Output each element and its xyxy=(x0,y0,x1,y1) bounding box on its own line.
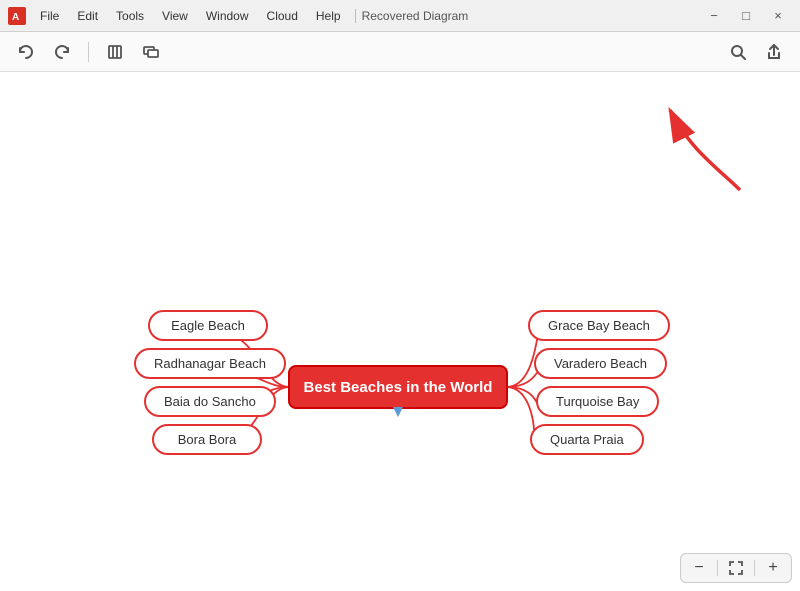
node-label: Grace Bay Beach xyxy=(548,318,650,333)
zoom-controls: − + xyxy=(680,553,792,583)
search-button[interactable] xyxy=(724,38,752,66)
node-label: Varadero Beach xyxy=(554,356,647,371)
zoom-divider xyxy=(717,560,718,576)
redo-button[interactable] xyxy=(48,38,76,66)
toolbar-left xyxy=(12,38,165,66)
node-grace-bay-beach[interactable]: Grace Bay Beach xyxy=(528,310,670,341)
menu-view[interactable]: View xyxy=(154,7,196,25)
node-label: Quarta Praia xyxy=(550,432,624,447)
close-button[interactable]: × xyxy=(764,2,792,30)
titlebar: A File Edit Tools View Window Cloud Help… xyxy=(0,0,800,32)
node-radhanagar-beach[interactable]: Radhanagar Beach xyxy=(134,348,286,379)
document-title: Recovered Diagram xyxy=(362,9,469,23)
toolbar xyxy=(0,32,800,72)
canvas-area: Best Beaches in the World Eagle Beach Ra… xyxy=(0,72,800,591)
menu-bar: File Edit Tools View Window Cloud Help R… xyxy=(32,7,468,25)
menu-file[interactable]: File xyxy=(32,7,67,25)
undo-button[interactable] xyxy=(12,38,40,66)
node-turquoise-bay[interactable]: Turquoise Bay xyxy=(536,386,659,417)
share-button[interactable] xyxy=(760,38,788,66)
center-node[interactable]: Best Beaches in the World xyxy=(288,365,508,409)
node-quarta-praia[interactable]: Quarta Praia xyxy=(530,424,644,455)
node-label: Turquoise Bay xyxy=(556,394,639,409)
node-label: Radhanagar Beach xyxy=(154,356,266,371)
menu-window[interactable]: Window xyxy=(198,7,257,25)
node-bora-bora[interactable]: Bora Bora xyxy=(152,424,262,455)
menu-cloud[interactable]: Cloud xyxy=(259,7,306,25)
menu-tools[interactable]: Tools xyxy=(108,7,152,25)
toolbar-right xyxy=(724,38,788,66)
titlebar-left: A File Edit Tools View Window Cloud Help… xyxy=(8,7,468,25)
menu-edit[interactable]: Edit xyxy=(69,7,106,25)
node-label: Baia do Sancho xyxy=(164,394,256,409)
frame-button[interactable] xyxy=(101,38,129,66)
maximize-button[interactable]: □ xyxy=(732,2,760,30)
zoom-in-button[interactable]: + xyxy=(761,556,785,580)
annotation-arrow xyxy=(660,100,780,200)
svg-text:A: A xyxy=(12,12,19,22)
center-node-label: Best Beaches in the World xyxy=(304,379,493,396)
app-icon: A xyxy=(8,7,26,25)
menu-separator xyxy=(355,9,356,23)
zoom-divider2 xyxy=(754,560,755,576)
toolbar-divider1 xyxy=(88,42,89,62)
zoom-fit-button[interactable] xyxy=(724,556,748,580)
node-label: Bora Bora xyxy=(178,432,237,447)
node-baia-do-sancho[interactable]: Baia do Sancho xyxy=(144,386,276,417)
node-varadero-beach[interactable]: Varadero Beach xyxy=(534,348,667,379)
menu-help[interactable]: Help xyxy=(308,7,349,25)
node-eagle-beach[interactable]: Eagle Beach xyxy=(148,310,268,341)
node-label: Eagle Beach xyxy=(171,318,245,333)
window-controls: − □ × xyxy=(700,2,792,30)
minimize-button[interactable]: − xyxy=(700,2,728,30)
slides-button[interactable] xyxy=(137,38,165,66)
zoom-out-button[interactable]: − xyxy=(687,556,711,580)
